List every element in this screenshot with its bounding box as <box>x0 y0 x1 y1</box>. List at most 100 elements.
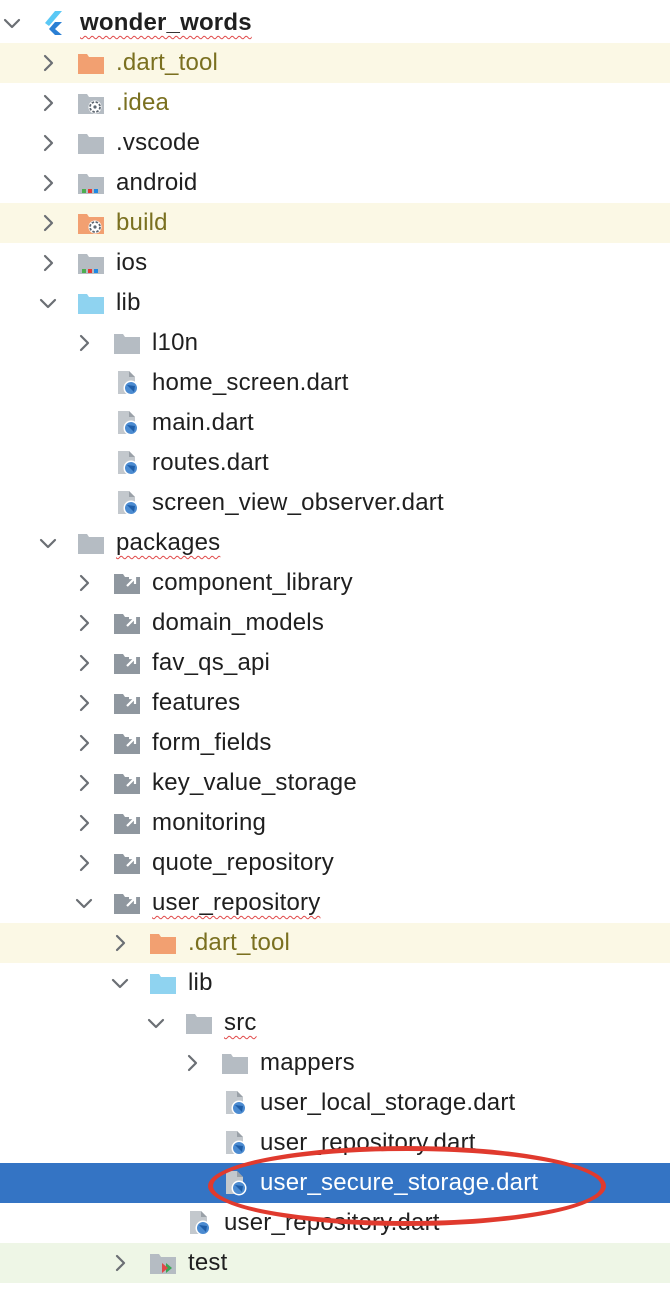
tree-row-features[interactable]: features <box>0 683 670 723</box>
tree-row-test[interactable]: test <box>0 1243 670 1283</box>
tree-item-label: monitoring <box>152 809 267 836</box>
tree-row-dart-tool[interactable]: .dart_tool <box>0 43 670 83</box>
tree-item-label: .vscode <box>116 129 201 156</box>
tree-item-label: user_local_storage.dart <box>260 1089 516 1116</box>
tree-row-vscode[interactable]: .vscode <box>0 123 670 163</box>
tree-row-dart-tool[interactable]: .dart_tool <box>0 923 670 963</box>
excluded-folder-icon <box>149 930 177 956</box>
chevron-right-icon[interactable] <box>36 131 60 155</box>
linked-module-icon <box>113 890 141 916</box>
tree-row-monitoring[interactable]: monitoring <box>0 803 670 843</box>
tree-item-label: lib <box>188 969 213 996</box>
tree-item-label: src <box>224 1009 257 1036</box>
chevron-right-icon[interactable] <box>72 691 96 715</box>
tree-row-ios[interactable]: ios <box>0 243 670 283</box>
dart-file-icon <box>221 1090 249 1116</box>
chevron-right-icon[interactable] <box>108 931 132 955</box>
source-folder-icon <box>149 970 177 996</box>
dart-file-icon <box>113 450 141 476</box>
tree-row-user-repository-dart[interactable]: user_repository.dart <box>0 1203 670 1243</box>
tree-row-routes-dart[interactable]: routes.dart <box>0 443 670 483</box>
tree-item-label: ios <box>116 249 148 276</box>
chevron-down-icon[interactable] <box>108 971 132 995</box>
tree-item-label: component_library <box>152 569 353 596</box>
chevron-right-icon[interactable] <box>180 1051 204 1075</box>
chevron-right-icon[interactable] <box>108 1251 132 1275</box>
chevron-down-icon[interactable] <box>0 11 24 35</box>
tree-item-label: test <box>188 1249 228 1276</box>
chevron-right-icon[interactable] <box>72 811 96 835</box>
tree-row-key-value-storage[interactable]: key_value_storage <box>0 763 670 803</box>
dart-file-icon <box>185 1210 213 1236</box>
tree-item-label: user_repository.dart <box>260 1129 476 1156</box>
tree-item-label: user_secure_storage.dart <box>260 1169 539 1196</box>
tree-row-component-library[interactable]: component_library <box>0 563 670 603</box>
tree-row-user-repository[interactable]: user_repository <box>0 883 670 923</box>
tree-row-user-secure-storage-dart[interactable]: user_secure_storage.dart <box>0 1163 670 1203</box>
tree-item-label: fav_qs_api <box>152 649 271 676</box>
tree-row-main-dart[interactable]: main.dart <box>0 403 670 443</box>
tree-item-label: user_repository <box>152 889 321 916</box>
tree-row-quote-repository[interactable]: quote_repository <box>0 843 670 883</box>
chevron-right-icon[interactable] <box>72 851 96 875</box>
tree-row-mappers[interactable]: mappers <box>0 1043 670 1083</box>
tree-item-label: routes.dart <box>152 449 269 476</box>
tree-row-form-fields[interactable]: form_fields <box>0 723 670 763</box>
tree-row-build[interactable]: build <box>0 203 670 243</box>
tree-item-label: mappers <box>260 1049 355 1076</box>
chevron-right-icon[interactable] <box>36 171 60 195</box>
tree-row-user-repository-dart[interactable]: user_repository.dart <box>0 1123 670 1163</box>
chevron-right-icon[interactable] <box>36 251 60 275</box>
tree-item-label: domain_models <box>152 609 325 636</box>
chevron-right-icon[interactable] <box>72 731 96 755</box>
tree-item-label: .dart_tool <box>116 49 219 76</box>
tree-item-label: main.dart <box>152 409 254 436</box>
dart-file-icon <box>113 370 141 396</box>
linked-module-icon <box>113 610 141 636</box>
chevron-right-icon[interactable] <box>72 331 96 355</box>
tree-row-src[interactable]: src <box>0 1003 670 1043</box>
chevron-down-icon[interactable] <box>36 531 60 555</box>
folder-icon <box>221 1050 249 1076</box>
tree-row-lib[interactable]: lib <box>0 283 670 323</box>
linked-module-icon <box>113 650 141 676</box>
module-folder-icon <box>77 250 105 276</box>
tree-item-label: l10n <box>152 329 199 356</box>
dart-file-icon <box>113 490 141 516</box>
chevron-right-icon[interactable] <box>72 571 96 595</box>
tree-row-lib[interactable]: lib <box>0 963 670 1003</box>
tree-item-label: key_value_storage <box>152 769 357 796</box>
tree-row-domain-models[interactable]: domain_models <box>0 603 670 643</box>
tree-row-user-local-storage-dart[interactable]: user_local_storage.dart <box>0 1083 670 1123</box>
linked-module-icon <box>113 730 141 756</box>
chevron-down-icon[interactable] <box>36 291 60 315</box>
linked-module-icon <box>113 570 141 596</box>
linked-module-icon <box>113 810 141 836</box>
chevron-right-icon[interactable] <box>72 611 96 635</box>
chevron-right-icon[interactable] <box>72 651 96 675</box>
source-folder-icon <box>77 290 105 316</box>
chevron-right-icon[interactable] <box>36 51 60 75</box>
linked-module-icon <box>113 770 141 796</box>
chevron-down-icon[interactable] <box>144 1011 168 1035</box>
chevron-right-icon[interactable] <box>36 91 60 115</box>
tree-row-fav-qs-api[interactable]: fav_qs_api <box>0 643 670 683</box>
tree-item-label: build <box>116 209 168 236</box>
excluded-folder-icon <box>77 50 105 76</box>
chevron-right-icon[interactable] <box>72 771 96 795</box>
tree-item-label: .dart_tool <box>188 929 291 956</box>
tree-row-screen-view-observer-dart[interactable]: screen_view_observer.dart <box>0 483 670 523</box>
tree-row-l10n[interactable]: l10n <box>0 323 670 363</box>
chevron-down-icon[interactable] <box>72 891 96 915</box>
tree-row-android[interactable]: android <box>0 163 670 203</box>
linked-module-icon <box>113 850 141 876</box>
project-tree: wonder_words .dart_tool .idea .vscode androi… <box>0 0 670 1290</box>
tree-row-packages[interactable]: packages <box>0 523 670 563</box>
tree-row-home-screen-dart[interactable]: home_screen.dart <box>0 363 670 403</box>
tree-item-label: android <box>116 169 198 196</box>
tree-row-wonder-words[interactable]: wonder_words <box>0 3 670 43</box>
tree-row-idea[interactable]: .idea <box>0 83 670 123</box>
tree-item-label: .idea <box>116 89 170 116</box>
folder-icon <box>185 1010 213 1036</box>
chevron-right-icon[interactable] <box>36 211 60 235</box>
